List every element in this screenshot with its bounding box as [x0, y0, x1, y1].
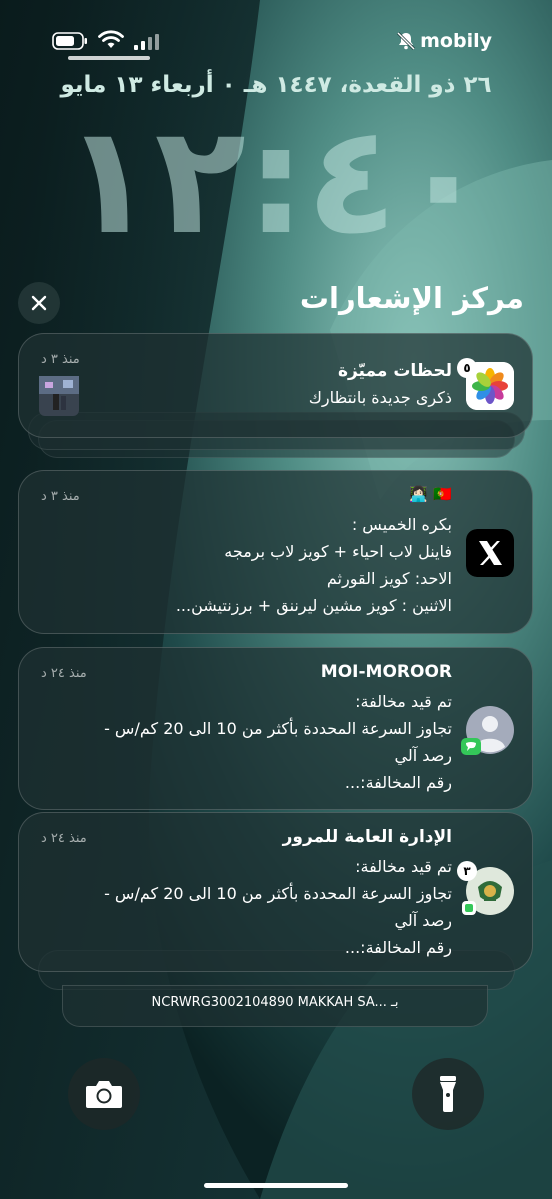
camera-button[interactable]: [68, 1058, 140, 1130]
notification-traffic[interactable]: منذ ٢٤ د ٣ الإدارة العامة للمرور تم قيد …: [18, 812, 533, 972]
close-button[interactable]: [18, 282, 60, 324]
carrier-name: mobily: [420, 30, 492, 52]
notification-body: تم قيد مخالفة: تجاوز السرعة المحددة بأكث…: [104, 692, 452, 792]
battery-icon: [52, 32, 87, 50]
close-icon: [31, 295, 47, 311]
signal-icon: [134, 34, 159, 50]
notification-center-title: مركز الإشعارات: [299, 281, 524, 315]
notification-moi-moroor[interactable]: منذ ٢٤ د MOI-MOROOR تم قيد مخالفة: تجاوز…: [18, 647, 533, 810]
notification-body: تم قيد مخالفة: تجاوز السرعة المحددة بأكث…: [104, 857, 452, 957]
notification-title: 🇵🇹 👩🏻‍💻: [409, 485, 452, 503]
notification-x[interactable]: منذ ٣ د 🇵🇹 👩🏻‍💻 بكره الخميس : فاينل لاب …: [18, 470, 533, 634]
silent-bell-icon: [396, 31, 416, 51]
count-badge: ٣: [457, 861, 477, 881]
notification-title: لحظات مميّزة: [337, 361, 452, 381]
home-indicator[interactable]: [204, 1183, 348, 1188]
notification-time: منذ ٢٤ د: [41, 666, 87, 681]
contact-avatar-icon: [461, 706, 514, 755]
flashlight-icon: [440, 1076, 456, 1112]
stacked-notification-preview[interactable]: NCRWRG3002104890 MAKKAH SA... بـ: [62, 985, 488, 1027]
status-bar: mobily: [0, 28, 552, 58]
notification-body: بكره الخميس : فاينل لاب احياء + كويز لاب…: [175, 515, 452, 615]
notification-time: منذ ٣ د: [41, 489, 80, 504]
wifi-icon: [98, 30, 124, 48]
lock-clock: ١٢:٤٠: [62, 94, 490, 268]
notification-title: MOI-MOROOR: [320, 662, 452, 682]
count-badge: ٥: [457, 358, 477, 378]
memory-thumbnail: [39, 376, 79, 416]
notification-title: الإدارة العامة للمرور: [282, 827, 452, 847]
notification-time: منذ ٣ د: [41, 352, 80, 367]
notification-time: منذ ٢٤ د: [41, 831, 87, 846]
notification-body: ذكرى جديدة بانتظارك: [308, 388, 452, 407]
status-underline: [68, 56, 150, 60]
x-icon: [466, 529, 514, 577]
camera-icon: [86, 1081, 122, 1108]
flashlight-button[interactable]: [412, 1058, 484, 1130]
notification-photos[interactable]: منذ ٣ د ٥ لحظات مميّزة ذكرى جديدة بانتظا…: [18, 333, 533, 438]
